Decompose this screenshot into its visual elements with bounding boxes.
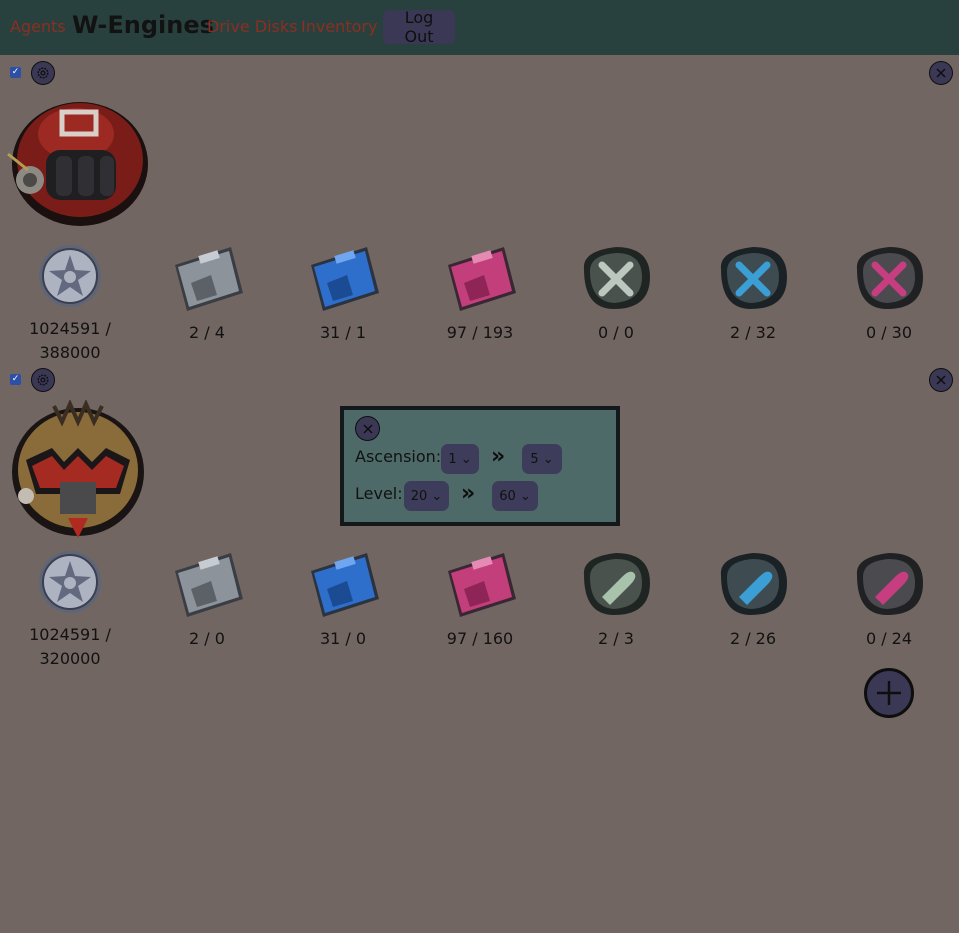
close-icon <box>936 68 946 78</box>
material-count: 0 / 0 <box>598 323 634 342</box>
material-basic-module: 2 / 3 <box>561 549 671 651</box>
ascension-from-select[interactable]: 1 ⌄ <box>441 444 479 474</box>
material-basic-module: 0 / 0 <box>561 243 671 345</box>
material-count: 97 / 193 <box>446 323 514 342</box>
dialog-body: Ascension: 1 ⌄ » 5 ⌄ Level: 20 ⌄ » 60 ⌄ <box>344 410 616 522</box>
dialog-close-button[interactable] <box>355 416 380 441</box>
basic-bullet-module-icon <box>583 553 650 615</box>
plus-icon <box>877 681 901 705</box>
material-dennies: 1024591 / 388000 <box>15 243 125 365</box>
level-settings-dialog: Ascension: 1 ⌄ » 5 ⌄ Level: 20 ⌄ » 60 ⌄ <box>340 406 620 526</box>
top-nav-bar: Agents W-Engines Drive Disks Inventory L… <box>0 0 959 55</box>
level-from-value: 20 <box>410 488 428 504</box>
settings-button[interactable] <box>31 368 55 392</box>
chevron-down-icon: ⌄ <box>460 451 472 467</box>
material-count: 0 / 30 <box>865 323 913 342</box>
specialized-component-icon <box>448 553 516 617</box>
gear-icon <box>37 374 49 386</box>
material-specialized-component: 97 / 160 <box>425 549 535 651</box>
level-to-select[interactable]: 60 ⌄ <box>492 481 538 511</box>
material-specialized-module: 0 / 30 <box>834 243 944 345</box>
specialized-bullet-module-icon <box>856 553 923 615</box>
page-title: W-Engines <box>72 11 214 39</box>
chevron-down-icon: ⌄ <box>431 488 443 504</box>
double-chevron-right-icon: » <box>491 444 506 469</box>
chevron-down-icon: ⌄ <box>519 488 531 504</box>
advanced-component-icon <box>311 247 379 311</box>
close-icon <box>936 375 946 385</box>
material-count: 2 / 4 <box>189 323 225 342</box>
basic-energy-module-icon <box>583 247 650 309</box>
ascension-label: Ascension: <box>355 447 442 466</box>
engine-select-checkbox[interactable]: ✓ <box>10 67 21 78</box>
specialized-energy-module-icon <box>856 247 923 309</box>
gear-icon <box>37 67 49 79</box>
level-label: Level: <box>355 484 403 503</box>
w-engine-image <box>12 400 144 538</box>
material-count-required: 388000 <box>39 343 101 362</box>
material-specialized-module: 0 / 24 <box>834 549 944 651</box>
w-engine-image <box>7 102 148 226</box>
dennies-coin-icon <box>39 245 101 307</box>
material-basic-component: 2 / 4 <box>152 243 262 345</box>
specialized-component-icon <box>448 247 516 311</box>
material-count: 31 / 0 <box>319 629 367 648</box>
material-count: 1024591 / <box>29 625 111 644</box>
material-count: 31 / 1 <box>319 323 367 342</box>
material-count-required: 320000 <box>39 649 101 668</box>
material-count: 2 / 32 <box>729 323 777 342</box>
remove-engine-button[interactable] <box>929 61 953 85</box>
material-count: 2 / 0 <box>189 629 225 648</box>
double-chevron-right-icon: » <box>461 481 476 506</box>
material-dennies: 1024591 / 320000 <box>15 549 125 671</box>
settings-button[interactable] <box>31 61 55 85</box>
ascension-to-value: 5 <box>530 451 539 467</box>
basic-component-icon <box>175 247 243 311</box>
nav-link-agents[interactable]: Agents <box>10 17 66 36</box>
close-icon <box>362 423 373 434</box>
dennies-coin-icon <box>39 551 101 613</box>
remove-engine-button[interactable] <box>929 368 953 392</box>
ascension-from-value: 1 <box>448 451 457 467</box>
add-engine-button[interactable] <box>864 668 914 718</box>
engine-select-checkbox[interactable]: ✓ <box>10 374 21 385</box>
material-count: 1024591 / <box>29 319 111 338</box>
basic-component-icon <box>175 553 243 617</box>
advanced-energy-module-icon <box>720 247 787 309</box>
material-count: 0 / 24 <box>865 629 913 648</box>
material-count: 2 / 3 <box>598 629 634 648</box>
chevron-down-icon: ⌄ <box>542 451 554 467</box>
logout-button[interactable]: Log Out <box>383 8 455 46</box>
material-basic-component: 2 / 0 <box>152 549 262 651</box>
ascension-to-select[interactable]: 5 ⌄ <box>522 444 562 474</box>
nav-link-drive-disks[interactable]: Drive Disks <box>207 17 297 36</box>
advanced-bullet-module-icon <box>720 553 787 615</box>
advanced-component-icon <box>311 553 379 617</box>
material-specialized-component: 97 / 193 <box>425 243 535 345</box>
material-count: 2 / 26 <box>729 629 777 648</box>
level-from-select[interactable]: 20 ⌄ <box>404 481 449 511</box>
material-advanced-module: 2 / 26 <box>698 549 808 651</box>
nav-link-inventory[interactable]: Inventory <box>301 17 377 36</box>
level-to-value: 60 <box>499 488 516 504</box>
material-count: 97 / 160 <box>446 629 514 648</box>
material-advanced-module: 2 / 32 <box>698 243 808 345</box>
material-advanced-component: 31 / 1 <box>288 243 398 345</box>
material-advanced-component: 31 / 0 <box>288 549 398 651</box>
